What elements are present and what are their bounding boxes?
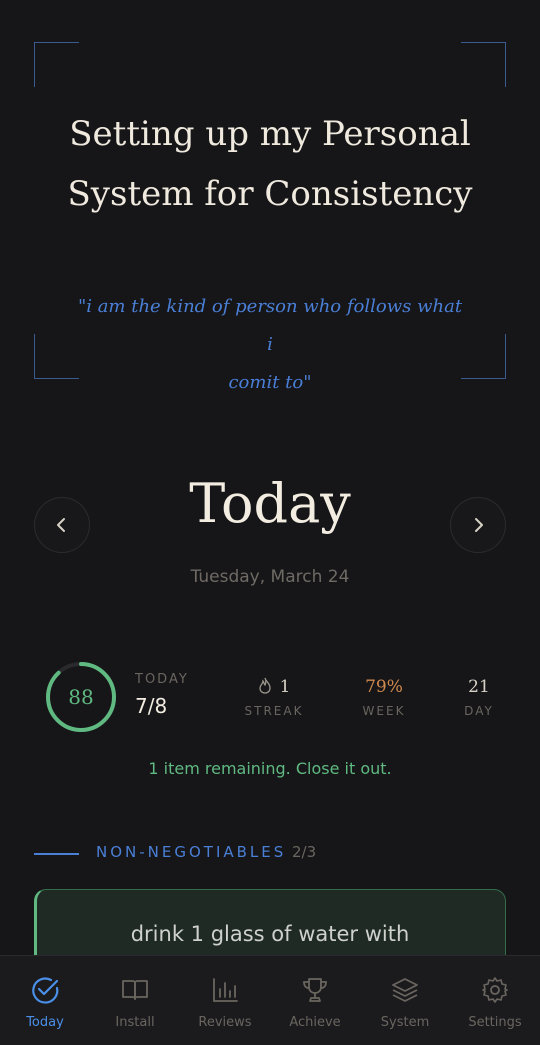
frame-corner bbox=[34, 334, 79, 379]
hero-quote: "i am the kind of person who follows wha… bbox=[74, 288, 466, 402]
day-value: 21 bbox=[468, 677, 490, 697]
section-divider bbox=[34, 853, 79, 855]
score-value: 88 bbox=[68, 685, 94, 709]
frame-corner bbox=[34, 42, 79, 87]
layers-icon bbox=[392, 978, 418, 1002]
frame-corner bbox=[461, 334, 506, 379]
tab-label: System bbox=[380, 1015, 430, 1030]
streak-value-row: 1 bbox=[236, 672, 312, 702]
hero-title: Setting up my Personal System for Consis… bbox=[34, 104, 506, 224]
tab-settings[interactable]: Settings bbox=[450, 956, 540, 1045]
habit-card-text: drink 1 glass of water with bbox=[130, 922, 410, 946]
tab-reviews[interactable]: Reviews bbox=[180, 956, 270, 1045]
week-label: WEEK bbox=[362, 704, 406, 718]
remaining-message: 1 item remaining. Close it out. bbox=[148, 759, 392, 778]
trophy-icon bbox=[303, 978, 327, 1002]
tab-label: Reviews bbox=[198, 1015, 252, 1030]
chevron-right-icon bbox=[475, 518, 483, 532]
day-date: Tuesday, March 24 bbox=[190, 567, 350, 587]
hero-panel: Setting up my Personal System for Consis… bbox=[34, 42, 506, 393]
tab-label: Settings bbox=[468, 1015, 522, 1030]
bar-chart-icon bbox=[213, 978, 238, 1002]
previous-day-button[interactable] bbox=[34, 497, 90, 553]
day-title: Today bbox=[189, 472, 351, 535]
tab-today[interactable]: Today bbox=[0, 956, 90, 1045]
streak-label: STREAK bbox=[244, 704, 304, 718]
next-day-button[interactable] bbox=[450, 497, 506, 553]
hero-title-line: System for Consistency bbox=[67, 174, 473, 214]
section-title: NON-NEGOTIABLES bbox=[96, 843, 287, 861]
quote-line: "i am the kind of person who follows wha… bbox=[77, 296, 463, 355]
frame-corner bbox=[461, 42, 506, 87]
flame-icon bbox=[258, 677, 271, 694]
today-label: TODAY bbox=[135, 672, 189, 687]
day-label: DAY bbox=[464, 704, 494, 718]
today-value: 7/8 bbox=[135, 694, 168, 718]
quote-line: comit to" bbox=[228, 372, 312, 393]
streak-stat: 1 STREAK bbox=[236, 672, 312, 718]
day-stat: 21 DAY bbox=[452, 672, 506, 718]
tab-label: Achieve bbox=[289, 1015, 341, 1030]
tab-achieve[interactable]: Achieve bbox=[270, 956, 360, 1045]
hero-title-line: Setting up my Personal bbox=[69, 114, 471, 154]
tab-install[interactable]: Install bbox=[90, 956, 180, 1045]
week-stat: 79% WEEK bbox=[349, 672, 419, 718]
tab-system[interactable]: System bbox=[360, 956, 450, 1045]
chevron-left-icon bbox=[57, 518, 65, 532]
book-icon bbox=[122, 980, 148, 1000]
tab-label: Today bbox=[26, 1015, 64, 1030]
week-value: 79% bbox=[365, 677, 403, 697]
bottom-tab-bar: Today Install Reviews Achieve System Set… bbox=[0, 955, 540, 1045]
tab-label: Install bbox=[115, 1015, 155, 1030]
check-circle-icon bbox=[32, 977, 59, 1004]
section-count: 2/3 bbox=[292, 843, 317, 861]
streak-value: 1 bbox=[279, 677, 291, 697]
gear-icon bbox=[482, 977, 508, 1003]
